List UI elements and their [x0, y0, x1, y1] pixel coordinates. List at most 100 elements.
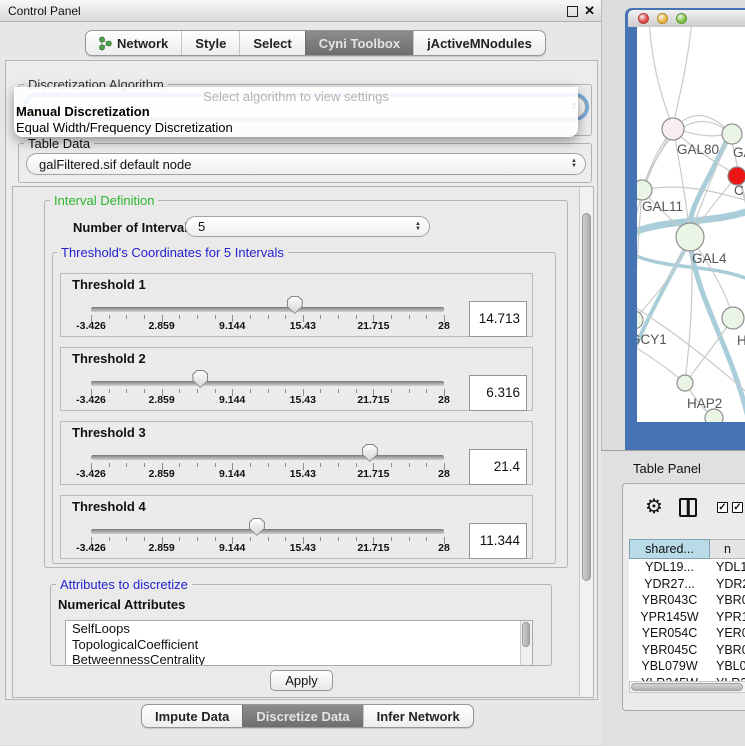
checkbox-icon[interactable]: ✓ — [732, 502, 743, 513]
slider-scale-label: 9.144 — [219, 394, 245, 406]
slider-tick — [126, 389, 127, 393]
table-row[interactable]: YBR045CYBR0 — [629, 642, 745, 659]
table-row[interactable]: YBL079WYBL0 — [629, 658, 745, 675]
close-icon[interactable]: ✕ — [584, 5, 595, 17]
table-cell[interactable]: YBL079W — [629, 658, 710, 675]
table-cell[interactable]: YBR045C — [629, 642, 710, 659]
table-cell[interactable]: YDR2 — [710, 576, 745, 593]
slider-tick — [126, 537, 127, 541]
attribute-list-item[interactable]: SelfLoops — [66, 621, 532, 637]
network-node[interactable] — [676, 223, 704, 251]
table-cell[interactable]: YBR0 — [710, 592, 745, 609]
tab-select[interactable]: Select — [239, 31, 304, 55]
slider-scale-label: -3.426 — [76, 394, 106, 406]
slider-track[interactable] — [91, 529, 444, 534]
table-cell[interactable]: YDL1 — [710, 559, 745, 576]
slider-tick — [285, 389, 286, 393]
network-node[interactable] — [722, 124, 742, 144]
network-node-label: GAL4 — [692, 251, 727, 266]
list-scrollbar-thumb[interactable] — [522, 622, 530, 647]
table-row[interactable]: YER054CYER0 — [629, 625, 745, 642]
slider-tick — [197, 389, 198, 393]
network-icon — [99, 36, 112, 51]
slider-handle[interactable] — [362, 444, 378, 462]
threshold-value-field[interactable]: 6.316 — [469, 375, 527, 411]
network-canvas[interactable]: GAL80GACGAL11GAL4GCY1HHAP2 — [637, 27, 745, 422]
slider-tick — [320, 537, 321, 541]
horizontal-scrollbar-thumb[interactable] — [631, 683, 743, 691]
minimize-traffic-light[interactable] — [657, 13, 668, 24]
slider-scale-label: 15.43 — [290, 394, 316, 406]
slider-tick — [215, 463, 216, 467]
table-row[interactable]: YPR145WYPR1 — [629, 609, 745, 626]
spinner-icon: ▲▼ — [415, 222, 421, 232]
slider-tick — [126, 315, 127, 319]
slider-tick — [356, 389, 357, 393]
apply-button[interactable]: Apply — [270, 670, 333, 691]
slider-tick — [109, 315, 110, 319]
slider-handle[interactable] — [249, 518, 265, 536]
slider-track[interactable] — [91, 307, 444, 312]
table-cell[interactable]: YBR0 — [710, 642, 745, 659]
tab-network[interactable]: Network — [86, 31, 181, 55]
popup-option-manual-discretization[interactable]: Manual Discretization — [16, 104, 150, 119]
network-node[interactable] — [722, 307, 744, 329]
network-node[interactable] — [637, 311, 643, 329]
slider-tick — [250, 537, 251, 541]
popup-option-equal-width[interactable]: Equal Width/Frequency Discretization — [16, 120, 233, 135]
threshold-value-field[interactable]: 11.344 — [469, 523, 527, 559]
table-cell[interactable]: YPR145W — [629, 609, 710, 626]
horizontal-scrollbar[interactable] — [629, 681, 745, 693]
slider-tick — [409, 315, 410, 319]
attributes-group-title: Attributes to discretize — [56, 577, 192, 592]
tab-style[interactable]: Style — [181, 31, 239, 55]
tab-discretize-data[interactable]: Discretize Data — [242, 705, 362, 727]
slider-tick — [409, 463, 410, 467]
slider-tick — [144, 463, 145, 467]
checkbox-icon[interactable]: ✓ — [717, 502, 728, 513]
table-cell[interactable]: YER0 — [710, 625, 745, 642]
column-header-shared[interactable]: shared... — [629, 539, 710, 559]
table-cell[interactable]: YBL0 — [710, 658, 745, 675]
columns-icon[interactable] — [679, 498, 697, 517]
network-node[interactable] — [677, 375, 693, 391]
vertical-scrollbar[interactable] — [579, 187, 593, 697]
threshold-value-field[interactable]: 14.713 — [469, 301, 527, 337]
tab-impute-data[interactable]: Impute Data — [142, 705, 242, 727]
network-node-label: H — [737, 333, 745, 348]
slider-track[interactable] — [91, 455, 444, 460]
zoom-traffic-light[interactable] — [676, 13, 687, 24]
list-scrollbar[interactable] — [520, 621, 532, 665]
close-traffic-light[interactable] — [638, 13, 649, 24]
column-header-name[interactable]: n — [710, 539, 745, 559]
numerical-attributes-list[interactable]: SelfLoopsTopologicalCoefficientBetweenne… — [65, 620, 533, 666]
network-node[interactable] — [662, 118, 684, 140]
network-node-label: C — [734, 183, 744, 198]
table-cell[interactable]: YER054C — [629, 625, 710, 642]
float-icon[interactable] — [567, 6, 578, 17]
threshold-value-field[interactable]: 21.4 — [469, 449, 527, 485]
number-of-intervals-combobox[interactable]: 5 ▲▼ — [185, 216, 430, 237]
threshold-label: Threshold 3 — [72, 425, 146, 440]
slider-track[interactable] — [91, 381, 444, 386]
slider-tick — [391, 537, 392, 541]
slider-tick — [250, 389, 251, 393]
table-cell[interactable]: YDL19... — [629, 559, 710, 576]
network-node[interactable] — [637, 180, 652, 200]
attribute-list-item[interactable]: TopologicalCoefficient — [66, 637, 532, 653]
table-row[interactable]: YBR043CYBR0 — [629, 592, 745, 609]
tab-cyni-toolbox[interactable]: Cyni Toolbox — [305, 31, 413, 55]
table-cell[interactable]: YDR27... — [629, 576, 710, 593]
table-cell[interactable]: YBR043C — [629, 592, 710, 609]
table-data-combobox[interactable]: galFiltered.sif default node ▲▼ — [26, 153, 586, 175]
tab-infer-network[interactable]: Infer Network — [363, 705, 473, 727]
vertical-scrollbar-thumb[interactable] — [582, 213, 591, 581]
table-row[interactable]: YDR27...YDR2 — [629, 576, 745, 593]
table-cell[interactable]: YPR1 — [710, 609, 745, 626]
gear-icon[interactable]: ⚙ — [645, 497, 663, 517]
attribute-list-item[interactable]: BetweennessCentrality — [66, 652, 532, 666]
slider-handle[interactable] — [192, 370, 208, 388]
slider-handle[interactable] — [287, 296, 303, 314]
tab-jactivemnodules[interactable]: jActiveMNodules — [413, 31, 545, 55]
table-row[interactable]: YDL19...YDL1 — [629, 559, 745, 576]
